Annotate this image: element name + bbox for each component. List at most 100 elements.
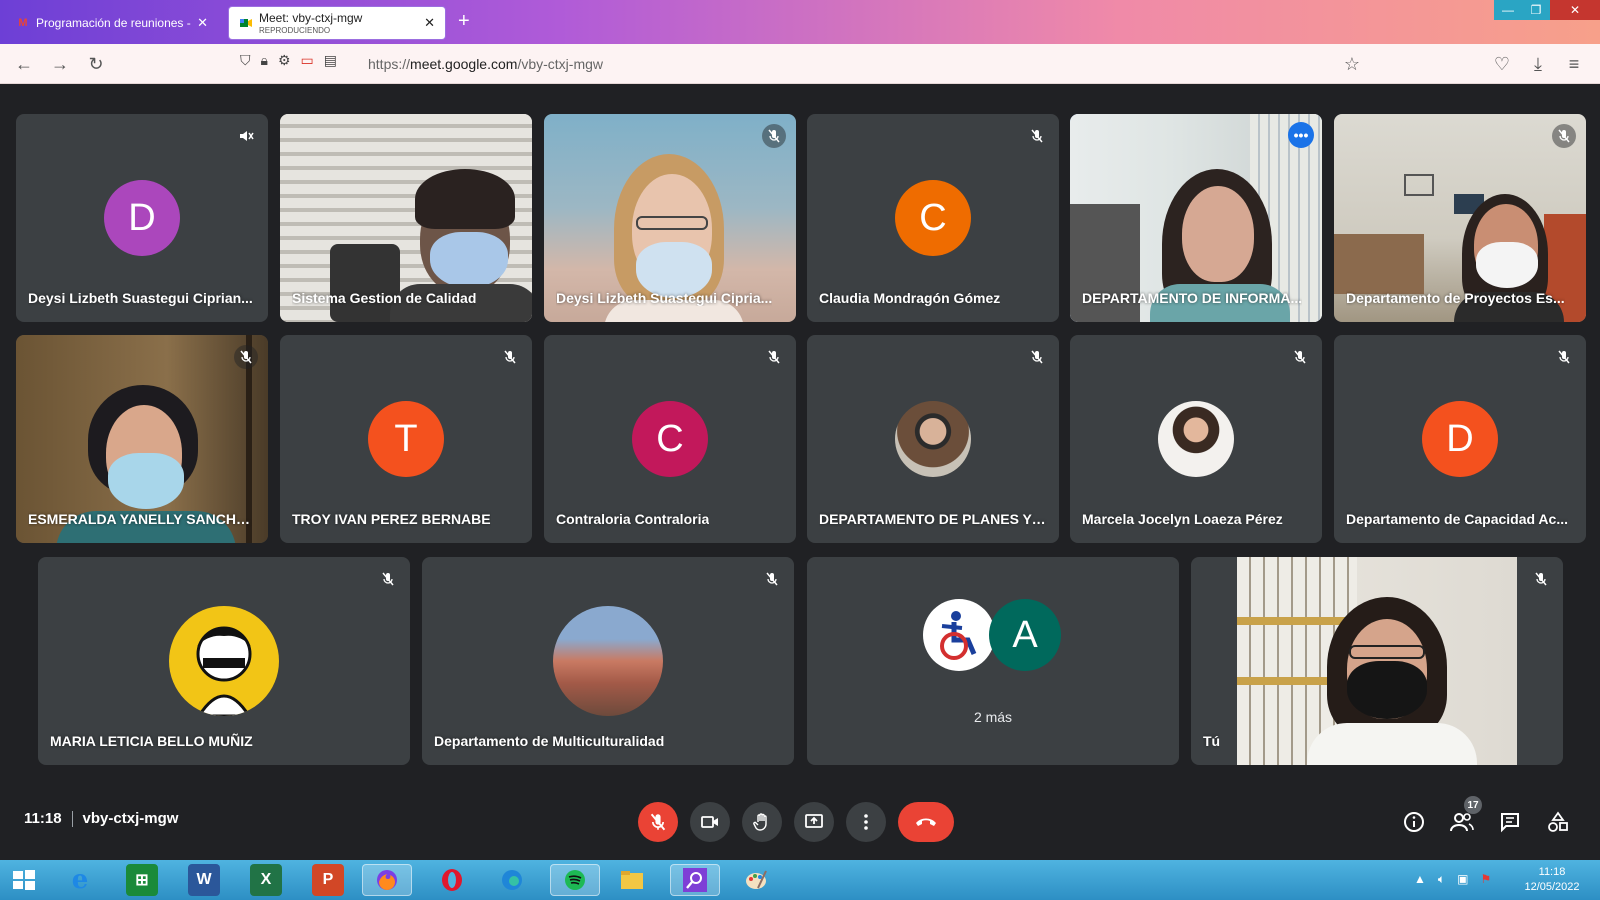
excel-icon[interactable]: X (250, 864, 282, 896)
mic-off-icon (1529, 567, 1553, 591)
participant-tile[interactable]: C Claudia Mondragón Gómez (807, 114, 1059, 322)
avatar: T (368, 401, 444, 477)
opera-icon[interactable] (436, 864, 468, 896)
mic-off-icon (1552, 345, 1576, 369)
tray-expand-icon[interactable]: ▲ (1414, 872, 1426, 887)
participant-count-badge: 17 (1464, 796, 1482, 814)
back-icon[interactable]: ← (12, 52, 36, 76)
reload-icon[interactable]: ↻ (84, 52, 108, 76)
camera-toggle-button[interactable] (690, 802, 730, 842)
participant-tile[interactable]: Marcela Jocelyn Loaeza Pérez (1070, 335, 1322, 543)
more-participants-label: 2 más (973, 709, 1013, 725)
more-options-icon[interactable]: ••• (1288, 122, 1314, 148)
participant-tile[interactable]: DEPARTAMENTO DE PLANES Y P... (807, 335, 1059, 543)
meeting-info-button[interactable] (1400, 808, 1428, 836)
tab-title: Programación de reuniones - m (36, 16, 192, 30)
notification-flag-icon[interactable]: ⚑ (1480, 872, 1491, 887)
tab-close-icon[interactable]: ✕ (424, 15, 435, 31)
reader-icon[interactable]: ▤ (324, 52, 337, 69)
meeting-code: vby-ctxj-mgw (82, 810, 179, 827)
downloads-icon[interactable]: ⤓ (1526, 52, 1550, 76)
participant-name: MARIA LETICIA BELLO MUÑIZ (50, 733, 253, 749)
url-bar[interactable]: https://meet.google.com/vby-ctxj-mgw (368, 50, 1498, 78)
info-icon (1404, 812, 1424, 832)
new-tab-icon[interactable]: + (458, 10, 470, 33)
more-vert-icon (864, 814, 868, 830)
mic-off-icon (234, 345, 258, 369)
avatar-photo (895, 401, 971, 477)
self-video (1237, 557, 1517, 765)
forward-icon[interactable]: → (48, 52, 72, 76)
mic-off-icon (1552, 124, 1576, 148)
participant-tile[interactable]: Departamento de Proyectos Es... (1334, 114, 1586, 322)
lock-icon[interactable]: 🔒︎ (261, 52, 268, 69)
participants-button[interactable]: 17 (1448, 796, 1482, 836)
windows-start-icon[interactable] (8, 864, 40, 896)
spotify-icon[interactable] (550, 864, 600, 896)
activities-button[interactable] (1544, 808, 1572, 836)
leave-call-button[interactable] (898, 802, 954, 842)
shield-icon[interactable]: ⛉ (240, 52, 251, 69)
raise-hand-button[interactable] (742, 802, 782, 842)
paint-icon[interactable] (740, 864, 772, 896)
bookmark-star-icon[interactable]: ☆ (1340, 52, 1364, 76)
pocket-icon[interactable]: ♡ (1490, 52, 1514, 76)
people-icon (1450, 813, 1474, 832)
meet-control-bar: 11:18 vby-ctxj-mgw 17 (0, 778, 1600, 860)
close-window-icon[interactable]: ✕ (1550, 0, 1600, 20)
present-screen-button[interactable] (794, 802, 834, 842)
participant-tile[interactable]: Deysi Lizbeth Suastegui Cipria... (544, 114, 796, 322)
participant-tile[interactable]: D Deysi Lizbeth Suastegui Ciprian... (16, 114, 268, 322)
url-host: meet.google.com (410, 56, 518, 72)
search-app-icon[interactable] (670, 864, 720, 896)
store-icon[interactable]: ⊞ (126, 864, 158, 896)
network-icon[interactable]: ▣ (1457, 872, 1468, 887)
system-clock[interactable]: 11:18 12/05/2022 (1512, 865, 1592, 895)
more-participants-tile[interactable]: A 2 más (807, 557, 1179, 765)
permissions-icon[interactable]: ⚙ (278, 52, 291, 69)
mic-off-icon (1025, 124, 1049, 148)
participant-name: Claudia Mondragón Gómez (819, 290, 1001, 306)
menu-icon[interactable]: ≡ (1562, 52, 1586, 76)
participant-tile[interactable]: MARIA LETICIA BELLO MUÑIZ (38, 557, 410, 765)
powerpoint-icon[interactable]: P (312, 864, 344, 896)
participant-tile[interactable]: D Departamento de Capacidad Ac... (1334, 335, 1586, 543)
self-tile[interactable]: Tú (1191, 557, 1563, 765)
restore-icon[interactable]: ❐ (1522, 0, 1550, 20)
avatar-photo (553, 606, 663, 716)
mic-toggle-button[interactable] (638, 802, 678, 842)
participant-tile[interactable]: Departamento de Multiculturalidad (422, 557, 794, 765)
volume-icon[interactable]: 🔈︎ (1438, 872, 1445, 887)
more-options-button[interactable] (846, 802, 886, 842)
gmail-icon: M (18, 17, 28, 29)
avatar-photo (1158, 401, 1234, 477)
participant-name: Departamento de Proyectos Es... (1346, 290, 1565, 306)
tab-meet[interactable]: Meet: vby-ctxj-mgw REPRODUCIENDO ✕ (228, 6, 446, 40)
participant-name: Deysi Lizbeth Suastegui Cipria... (556, 290, 773, 306)
browser-tab-strip: M Programación de reuniones - m ✕ Meet: … (0, 0, 1600, 44)
participant-tile[interactable]: T TROY IVAN PEREZ BERNABE (280, 335, 532, 543)
edge-icon[interactable] (496, 864, 528, 896)
hangup-icon (916, 818, 936, 826)
participant-tile-active[interactable]: ••• DEPARTAMENTO DE INFORMA... (1070, 114, 1322, 322)
tab-gmail[interactable]: M Programación de reuniones - m ✕ (6, 6, 218, 40)
chat-button[interactable] (1496, 808, 1524, 836)
participant-name: Contraloria Contraloria (556, 511, 710, 527)
participant-name: Departamento de Multiculturalidad (434, 733, 665, 749)
participant-tile[interactable]: ESMERALDA YANELLY SANCHE... (16, 335, 268, 543)
mic-off-icon (760, 567, 784, 591)
hand-icon (753, 813, 767, 831)
participant-name: Sistema Gestion de Calidad (292, 290, 477, 306)
minimize-icon[interactable]: — (1494, 0, 1522, 20)
camera-permission-icon[interactable]: ▭ (301, 52, 314, 69)
participant-tile[interactable]: C Contraloria Contraloria (544, 335, 796, 543)
tab-close-icon[interactable]: ✕ (197, 15, 208, 31)
meet-participant-grid: D Deysi Lizbeth Suastegui Ciprian... Sis… (0, 84, 1600, 860)
internet-explorer-icon[interactable]: e (64, 864, 96, 896)
word-icon[interactable]: W (188, 864, 220, 896)
file-explorer-icon[interactable] (616, 864, 648, 896)
avatar: D (104, 180, 180, 256)
firefox-icon[interactable] (362, 864, 412, 896)
participant-tile[interactable]: Sistema Gestion de Calidad (280, 114, 532, 322)
self-name: Tú (1203, 733, 1221, 749)
